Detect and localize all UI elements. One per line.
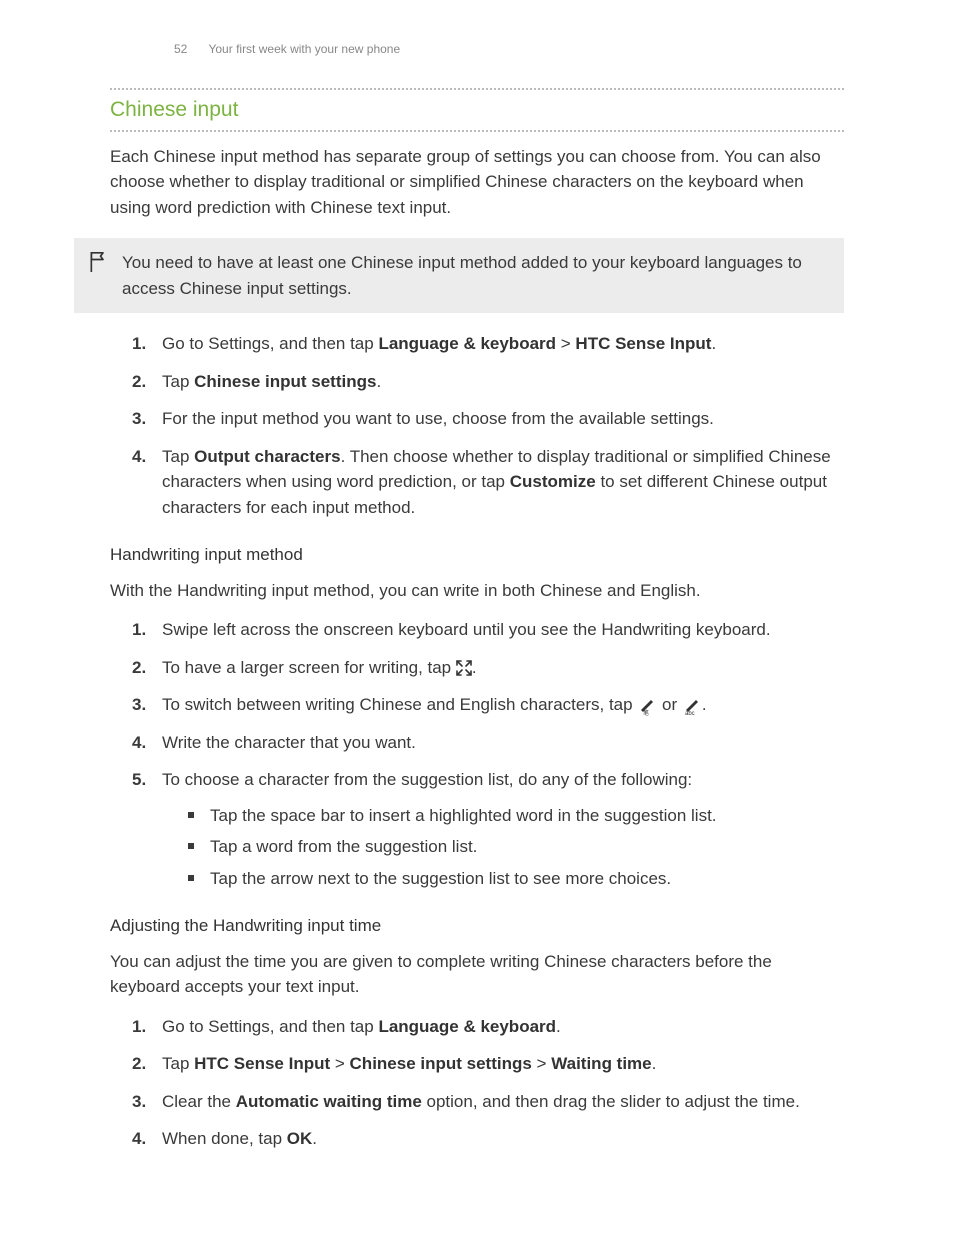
ui-term: Chinese input settings — [194, 372, 376, 391]
list-item: Tap a word from the suggestion list. — [162, 834, 844, 860]
list-item: When done, tap OK. — [110, 1126, 844, 1152]
pen-abc-icon: abc — [682, 696, 702, 716]
steps-list-handwriting: Swipe left across the onscreen keyboard … — [110, 617, 844, 891]
steps-list-adjusting: Go to Settings, and then tap Language & … — [110, 1014, 844, 1152]
list-item: Tap the arrow next to the suggestion lis… — [162, 866, 844, 892]
step-text: > — [330, 1054, 349, 1073]
step-text: . — [556, 1017, 561, 1036]
step-text: Swipe left across the onscreen keyboard … — [162, 620, 771, 639]
fullscreen-icon — [456, 658, 472, 674]
steps-list-chinese-input: Go to Settings, and then tap Language & … — [110, 331, 844, 520]
note-text: You need to have at least one Chinese in… — [122, 250, 830, 301]
running-header: 52 Your first week with your new phone — [174, 40, 844, 58]
list-item: Swipe left across the onscreen keyboard … — [110, 617, 844, 643]
ui-term: Waiting time — [551, 1054, 651, 1073]
bullet-sublist: Tap the space bar to insert a highlighte… — [162, 803, 844, 892]
document-page: 52 Your first week with your new phone C… — [0, 0, 954, 1235]
adjusting-intro: You can adjust the time you are given to… — [110, 949, 844, 1000]
svg-text:abc: abc — [685, 711, 695, 716]
ui-term: Language & keyboard — [378, 334, 556, 353]
list-item: Tap Chinese input settings. — [110, 369, 844, 395]
step-text: option, and then drag the slider to adju… — [422, 1092, 800, 1111]
bullet-text: Tap the space bar to insert a highlighte… — [210, 806, 717, 825]
step-text: . — [702, 695, 707, 714]
list-item: To switch between writing Chinese and En… — [110, 692, 844, 718]
section-title-rule: Chinese input — [110, 88, 844, 132]
list-item: Write the character that you want. — [110, 730, 844, 756]
ui-term: Chinese input settings — [350, 1054, 532, 1073]
handwriting-intro: With the Handwriting input method, you c… — [110, 578, 844, 604]
step-text: Tap — [162, 447, 194, 466]
intro-paragraph: Each Chinese input method has separate g… — [110, 144, 844, 221]
step-text: To choose a character from the suggestio… — [162, 770, 692, 789]
step-text: Go to Settings, and then tap — [162, 1017, 378, 1036]
step-text: When done, tap — [162, 1129, 287, 1148]
note-callout: You need to have at least one Chinese in… — [74, 238, 844, 313]
step-text: . — [472, 658, 477, 677]
subheading-adjusting: Adjusting the Handwriting input time — [110, 913, 844, 939]
ui-term: HTC Sense Input — [194, 1054, 330, 1073]
list-item: To have a larger screen for writing, tap… — [110, 655, 844, 681]
list-item: Clear the Automatic waiting time option,… — [110, 1089, 844, 1115]
subheading-handwriting: Handwriting input method — [110, 542, 844, 568]
bullet-text: Tap a word from the suggestion list. — [210, 837, 477, 856]
list-item: Tap HTC Sense Input > Chinese input sett… — [110, 1051, 844, 1077]
list-item: Tap the space bar to insert a highlighte… — [162, 803, 844, 829]
step-text: or — [657, 695, 682, 714]
step-text: . — [711, 334, 716, 353]
ui-term: Output characters — [194, 447, 340, 466]
step-text: > — [556, 334, 575, 353]
list-item: Tap Output characters. Then choose wheth… — [110, 444, 844, 521]
step-text: To switch between writing Chinese and En… — [162, 695, 637, 714]
step-text: Go to Settings, and then tap — [162, 334, 378, 353]
step-text: Tap — [162, 372, 194, 391]
list-item: For the input method you want to use, ch… — [110, 406, 844, 432]
ui-term: Customize — [510, 472, 596, 491]
bullet-text: Tap the arrow next to the suggestion lis… — [210, 869, 671, 888]
ui-term: Language & keyboard — [378, 1017, 556, 1036]
step-text: Tap — [162, 1054, 194, 1073]
step-text: . — [376, 372, 381, 391]
list-item: To choose a character from the suggestio… — [110, 767, 844, 891]
ui-term: HTC Sense Input — [575, 334, 711, 353]
list-item: Go to Settings, and then tap Language & … — [110, 1014, 844, 1040]
step-text: For the input method you want to use, ch… — [162, 409, 714, 428]
step-text: Write the character that you want. — [162, 733, 416, 752]
flag-icon — [88, 250, 108, 282]
step-text: To have a larger screen for writing, tap — [162, 658, 456, 677]
list-item: Go to Settings, and then tap Language & … — [110, 331, 844, 357]
section-title: Chinese input — [110, 94, 844, 126]
svg-text:笔: 笔 — [643, 709, 649, 716]
page-number: 52 — [174, 42, 187, 56]
ui-term: Automatic waiting time — [236, 1092, 422, 1111]
step-text: . — [312, 1129, 317, 1148]
step-text: Clear the — [162, 1092, 236, 1111]
step-text: > — [532, 1054, 551, 1073]
pen-chinese-icon: 笔 — [637, 696, 657, 716]
header-section-name: Your first week with your new phone — [208, 42, 400, 56]
step-text: . — [652, 1054, 657, 1073]
ui-term: OK — [287, 1129, 313, 1148]
